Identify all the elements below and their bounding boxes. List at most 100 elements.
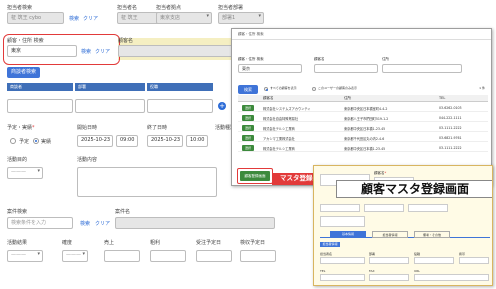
table-row[interactable]: 選択 株式会社システムズアカウンティ 東京都中央区日本橋室町4-4-2 03-6…	[238, 104, 488, 112]
tanto-kensaku-label: 担当者検索	[7, 5, 33, 11]
table-row[interactable]: 選択 株式会社テルシ工業商 東京都中央区日本橋1-23-45 03-1111-2…	[238, 124, 488, 132]
customer-name-field	[118, 45, 238, 57]
row-name: 株式会社システムズアカウンティ	[263, 107, 311, 111]
preview-input-a	[320, 257, 365, 264]
kakudo-select[interactable]: ———	[62, 250, 88, 262]
preview-field-6	[320, 216, 365, 227]
fax-label: FAX	[369, 269, 375, 273]
row-tel: 03-1111-2222	[439, 126, 462, 130]
table-row[interactable]: 選択 株式会社テルシ工業商 東京都中央区日本橋1-23-45 03-1111-2…	[238, 144, 488, 152]
shodan-col1-header: 商談者	[7, 83, 73, 91]
kyoten-select[interactable]: 東京支店	[156, 12, 212, 24]
dialog-divider	[232, 39, 491, 40]
col-busho-label: 部署	[369, 252, 376, 256]
dialog-count: 1 件	[479, 86, 485, 90]
kensho-label: 検収予定日	[240, 240, 266, 246]
kensho-input[interactable]	[240, 250, 276, 262]
row-tel: 03-6821-9761	[439, 136, 462, 140]
tab-tanto[interactable]: 担当者情報	[372, 231, 408, 238]
row-name: 株式会社テルシ工業商	[263, 127, 295, 131]
arari-input[interactable]	[150, 250, 186, 262]
kekka-select[interactable]: ———	[7, 250, 43, 262]
preview-f-label: 顧客名*	[374, 171, 387, 175]
table-row[interactable]: 選択 株式会社自由特殊貿易社 東京都八王子市椚田町519-1-2 044-222…	[238, 114, 488, 122]
end-time-input[interactable]: 10:00	[186, 135, 208, 147]
customer-highlight-box	[3, 34, 120, 65]
preview-input-d	[459, 257, 489, 264]
shodan-title-input[interactable]	[147, 99, 213, 113]
anken-name-label: 案件名	[115, 209, 131, 215]
big-label: 顧客マスタ登録画面	[336, 180, 492, 198]
kakudo-label: 確度	[62, 240, 73, 246]
end-label: 終了日時	[147, 125, 168, 131]
anken-search-input[interactable]: 検索条件を入力	[7, 217, 73, 229]
anken-clear-link[interactable]: クリア	[95, 220, 110, 227]
naiyo-label: 活動内容	[77, 157, 98, 163]
dialog-search-button[interactable]: 検索	[238, 85, 258, 94]
select-button[interactable]: 選択	[242, 125, 254, 131]
shodan-search-button[interactable]: 商談者検索	[7, 67, 40, 78]
dialog-radio-mine-label: このユーザーの顧客のみ表示	[318, 86, 357, 90]
juchu-input[interactable]	[196, 250, 232, 262]
dialog-f3-label: 住所	[382, 57, 389, 61]
select-button[interactable]: 選択	[242, 115, 254, 121]
shodan-dept-input[interactable]	[75, 99, 145, 113]
preview-input-c	[414, 257, 454, 264]
end-date-input[interactable]: 2025-10-23	[147, 135, 183, 147]
dialog-radio-all[interactable]	[264, 87, 268, 91]
dialog-f2-label: 顧客名	[314, 57, 325, 61]
mokuteki-select[interactable]: ———	[7, 167, 43, 179]
dialog-f1-input[interactable]: 東京	[238, 64, 302, 73]
dialog-radio-mine[interactable]	[312, 87, 316, 91]
row-addr: 東京都中央区日本橋1-23-45	[344, 147, 386, 151]
table-row[interactable]: 選択 アカシマ工業株式会社 東京都千代田区丸の内2-4-6 03-6821-97…	[238, 134, 488, 142]
dialog-f3-input[interactable]	[382, 64, 462, 73]
dialog-f2-input[interactable]	[314, 64, 378, 73]
naiyo-textarea[interactable]	[77, 167, 217, 197]
anken-search-label: 案件検索	[7, 209, 28, 215]
dialog-th-name: 顧客名	[263, 96, 274, 100]
tanto-kensaku-field[interactable]: 柾 筑王 cybo	[7, 12, 64, 24]
row-name: 株式会社自由特殊貿易社	[263, 117, 299, 121]
customer-name-label: 顧客名	[118, 38, 134, 44]
dialog-table-header: 顧客名 住所 TEL	[238, 95, 488, 102]
col-tanto-label: 担当者名	[320, 252, 333, 256]
start-time-input[interactable]: 09:00	[116, 135, 138, 147]
busho-label: 担当者部署	[218, 5, 244, 11]
add-row-icon[interactable]: +	[218, 102, 226, 110]
preview-field-3	[320, 204, 360, 212]
uriage-input[interactable]	[104, 250, 140, 262]
col-keitai-label: 携帯	[459, 252, 466, 256]
juchu-label: 受注予定日	[196, 240, 222, 246]
tab-biko[interactable]: 備考・その他	[414, 231, 450, 238]
section-title: 担当者情報	[320, 242, 340, 247]
yotei-radio-label: 予定	[19, 139, 30, 145]
tanto-clear-link[interactable]: クリア	[83, 15, 98, 22]
col-yakushoku-label: 役職	[414, 252, 421, 256]
row-addr: 東京都中央区日本橋1-23-45	[344, 127, 386, 131]
tanto-search-link[interactable]: 検索	[69, 15, 79, 22]
jisseki-radio-label: 実績	[41, 139, 52, 145]
customer-search-dialog: 顧客・住所 検索 顧客・住所 検索 東京 顧客名 住所 検索 すべての顧客を表示…	[231, 28, 492, 186]
select-button[interactable]: 選択	[242, 105, 254, 111]
busho-select[interactable]: 部署1	[218, 12, 264, 24]
dialog-th-tel: TEL	[439, 96, 446, 100]
preview-input-url	[414, 274, 489, 281]
shodan-name-input[interactable]	[7, 99, 73, 113]
row-addr: 東京都八王子市椚田町519-1-2	[344, 117, 389, 121]
jisseki-radio[interactable]	[33, 138, 39, 144]
yotei-radio[interactable]	[10, 138, 16, 144]
anken-search-link[interactable]: 検索	[80, 220, 90, 227]
customer-register-dialog: 顧客名* 顧客マスタ登録画面 基本情報 担当者情報 備考・その他 担当者情報 担…	[313, 165, 493, 286]
start-label: 開始日時	[77, 125, 98, 131]
preview-input-b	[369, 257, 409, 264]
select-button[interactable]: 選択	[242, 145, 254, 151]
start-date-input[interactable]: 2025-10-23	[77, 135, 113, 147]
tel-label: TEL	[320, 269, 326, 273]
register-highlight-box	[237, 168, 273, 184]
shodan-col3-header: 役職	[147, 83, 213, 91]
tab-kihon[interactable]: 基本情報	[330, 231, 366, 238]
select-button[interactable]: 選択	[242, 135, 254, 141]
dialog-radio-all-label: すべての顧客を表示	[270, 86, 297, 90]
row-tel: 044-222-1111	[439, 116, 462, 120]
